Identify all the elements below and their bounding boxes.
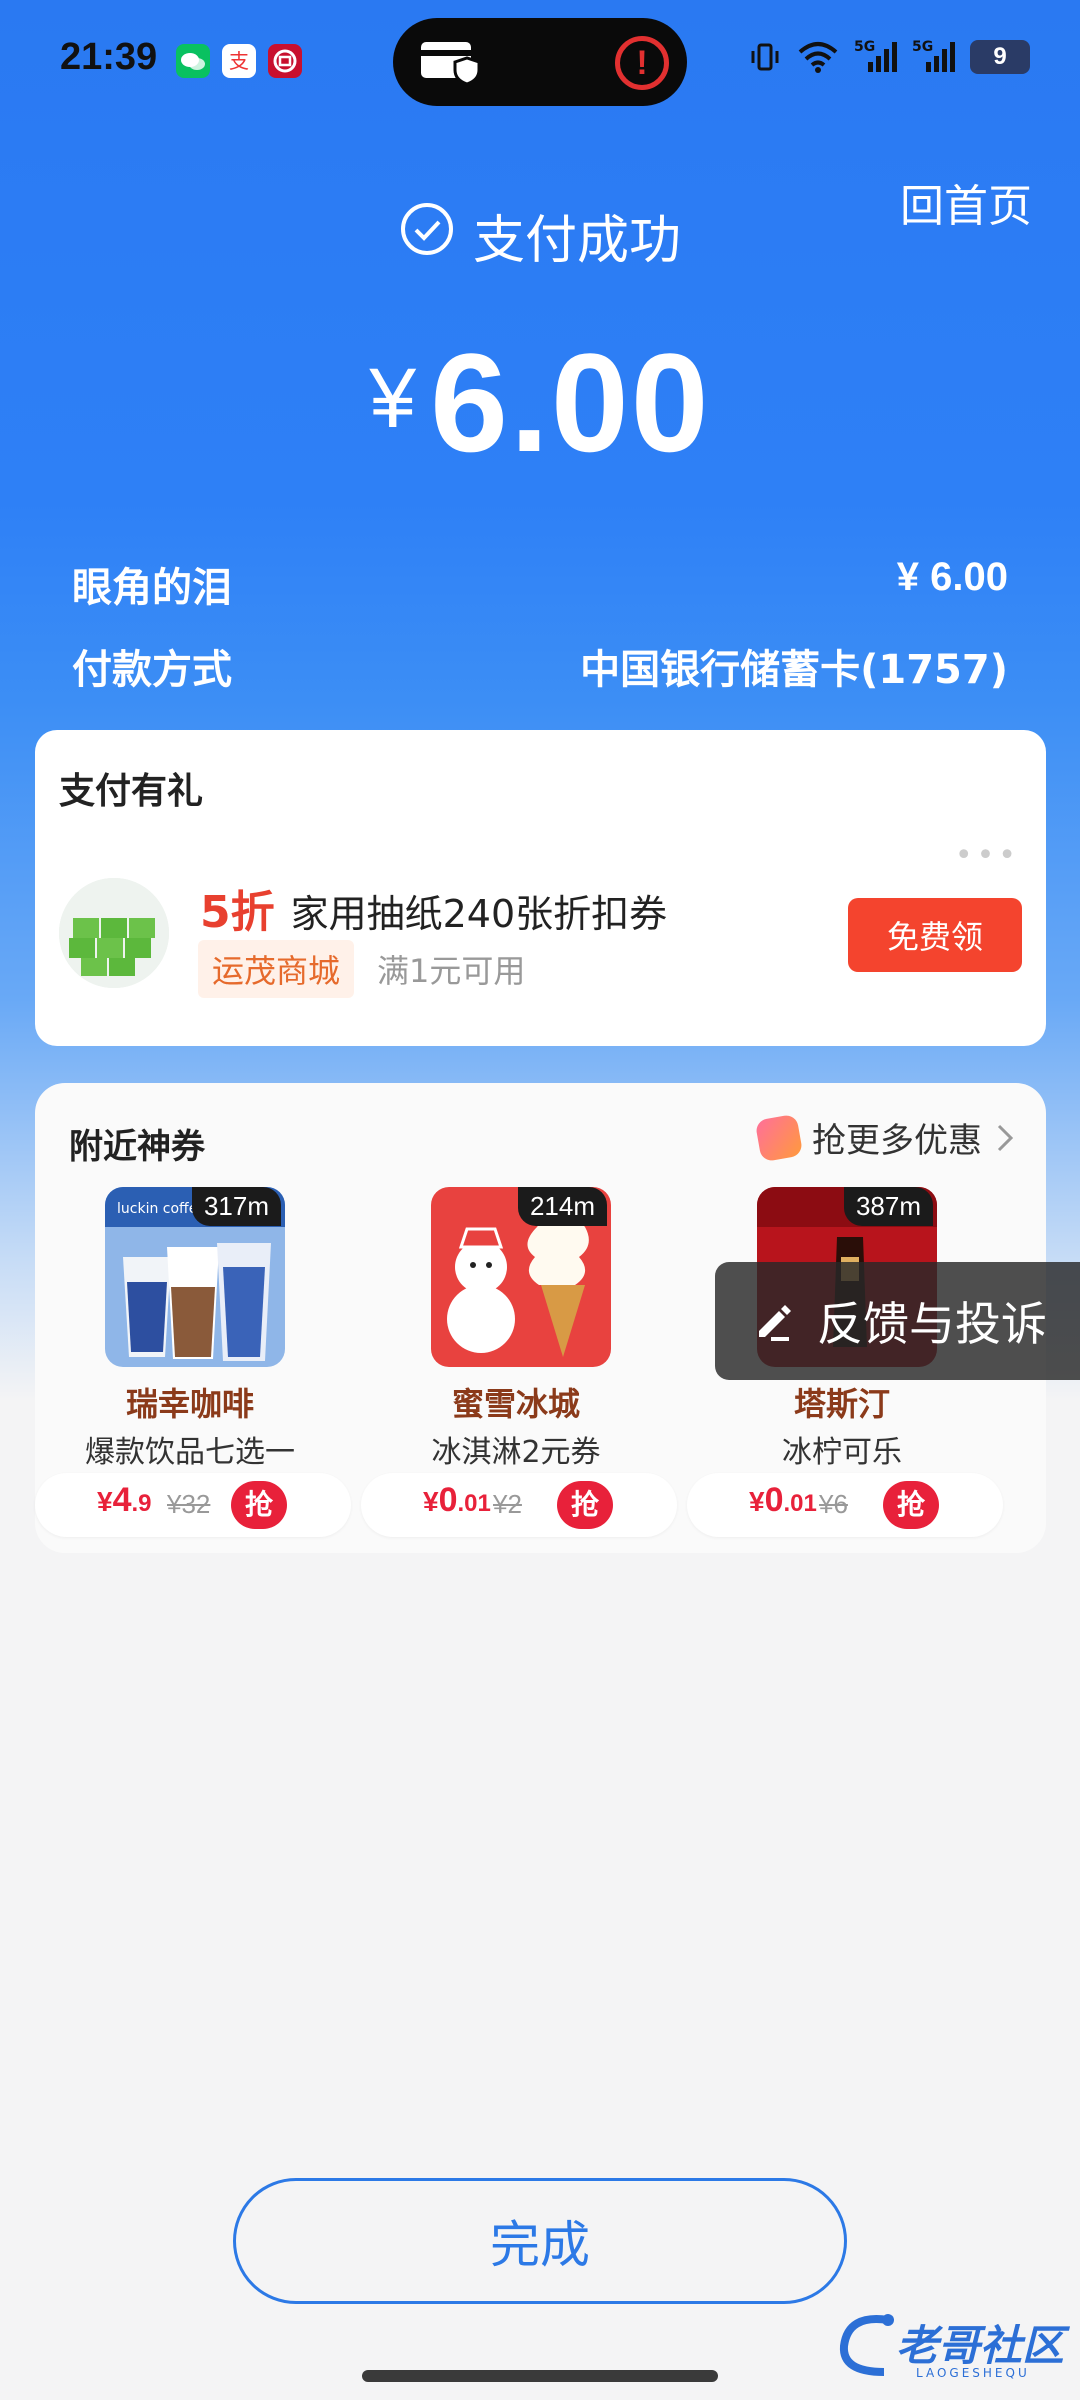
sale-price: ¥0.01 (749, 1481, 817, 1519)
check-circle-icon (399, 201, 455, 270)
sale-price: ¥4.9 (97, 1481, 152, 1519)
card-shield-icon (419, 36, 481, 92)
grab-button[interactable]: 抢 (231, 1481, 287, 1529)
payee-row: 眼角的泪 ¥ 6.00 (72, 555, 1008, 613)
gift-title: 支付有礼 (59, 771, 204, 812)
coupon-condition: 满1元可用 (377, 952, 526, 990)
signal-icon: 5G (854, 40, 898, 74)
battery-icon: 9 (970, 40, 1030, 74)
payment-status-text: 支付成功 (472, 211, 681, 271)
signal-icon: 5G (912, 40, 956, 74)
discount-rate: 5折 (200, 887, 275, 938)
coupon-name: 家用抽纸240张折扣券 (290, 892, 668, 936)
dynamic-island: ! (393, 18, 687, 106)
coupon-desc: 5折 家用抽纸240张折扣券 (200, 876, 667, 940)
payment-status: 支付成功 (0, 198, 1080, 273)
status-bar: 21:39 支 ! 5G 5G 9 (0, 0, 1080, 120)
shop-name: 蜜雪冰城 (451, 1385, 580, 1423)
payee-amount: ¥ 6.00 (896, 555, 1008, 599)
more-deals-label: 抢更多优惠 (812, 1121, 982, 1161)
alert-icon: ! (615, 36, 669, 90)
status-time: 21:39 (60, 36, 158, 78)
distance-badge: 387m (843, 1187, 933, 1226)
done-button[interactable]: 完成 (233, 2178, 847, 2304)
grab-button[interactable]: 抢 (557, 1481, 613, 1529)
shop-name: 瑞幸咖啡 (125, 1385, 254, 1423)
original-price: ¥6 (819, 1489, 848, 1519)
more-options-icon[interactable]: ••• (955, 838, 1020, 873)
coupon-desc: 冰淇淋2元券 (431, 1435, 601, 1470)
tissue-product-image (59, 878, 169, 988)
watermark-logo: 老哥社区 LAOGESHEQU (838, 2308, 1068, 2388)
sale-price: ¥0.01 (423, 1481, 491, 1519)
grab-button[interactable]: 抢 (883, 1481, 939, 1529)
coupon-desc: 爆款饮品七选一 (85, 1435, 295, 1470)
wifi-icon (798, 42, 838, 73)
distance-badge: 214m (517, 1187, 607, 1226)
payment-method-value: 中国银行储蓄卡(1757) (580, 647, 1008, 693)
nearby-title: 附近神券 (69, 1127, 205, 1167)
currency-symbol: ¥ (369, 351, 417, 445)
coupon-item[interactable]: 214m 蜜雪冰城 冰淇淋2元券 ¥0.01 ¥2 抢 (361, 1187, 677, 1537)
chevron-right-icon (997, 1124, 1014, 1151)
feedback-label: 反馈与投诉 (817, 1297, 1047, 1351)
price-pill: ¥0.01 ¥6 抢 (687, 1473, 1003, 1537)
payment-method-label: 付款方式 (72, 647, 232, 693)
more-deals-link[interactable]: 抢更多优惠 (754, 1113, 1016, 1162)
home-indicator[interactable] (362, 2370, 718, 2382)
coupon-item[interactable]: luckin coffee 317m 瑞幸咖啡 爆款饮品七选一 ¥4.9 ¥32… (35, 1187, 351, 1537)
alipay-icon: 支 (222, 44, 256, 78)
shop-name: 塔斯汀 (793, 1385, 890, 1423)
wechat-icon (176, 44, 210, 78)
shop-tag: 运茂商城 (198, 940, 355, 998)
payment-method-row: 付款方式 中国银行储蓄卡(1757) (72, 637, 1008, 695)
vibrate-icon (751, 43, 779, 71)
svg-text:支: 支 (229, 49, 249, 73)
boc-icon (268, 44, 302, 78)
amount-value: 6.00 (430, 324, 711, 481)
original-price: ¥2 (493, 1489, 522, 1519)
watermark-subtext: LAOGESHEQU (916, 2366, 1030, 2380)
edit-pencil-icon (759, 1305, 791, 1341)
gift-gem-icon (754, 1113, 804, 1162)
original-price: ¥32 (167, 1489, 211, 1519)
signal-type: 5G (854, 39, 876, 55)
signal-type: 5G (912, 39, 934, 55)
feedback-complaint-button[interactable]: 反馈与投诉 (715, 1262, 1080, 1380)
payment-gift-card: 支付有礼 ••• 5折 家用抽纸240张折扣券 运茂商城 满1元可用 免费领 (35, 730, 1046, 1046)
distance-badge: 317m (191, 1187, 281, 1226)
payee-name: 眼角的泪 (72, 565, 232, 611)
claim-free-button[interactable]: 免费领 (848, 898, 1022, 972)
price-pill: ¥4.9 ¥32 抢 (35, 1473, 351, 1537)
price-pill: ¥0.01 ¥2 抢 (361, 1473, 677, 1537)
watermark-text: 老哥社区 (896, 2321, 1065, 2370)
paid-amount: ¥6.00 (0, 322, 1080, 484)
coupon-desc: 冰柠可乐 (782, 1435, 902, 1470)
